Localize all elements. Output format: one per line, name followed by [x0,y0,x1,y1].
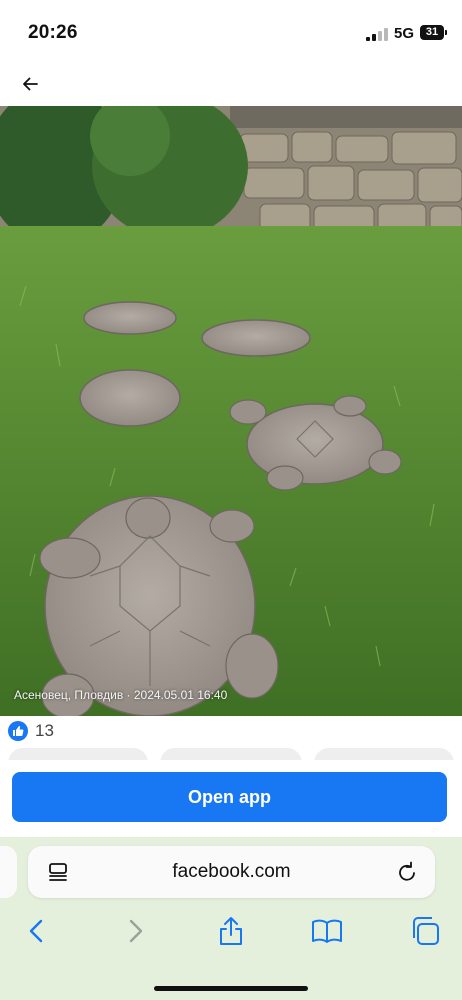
network-type: 5G [394,25,415,42]
back-icon[interactable] [20,914,54,948]
battery-icon: 31 [420,25,444,40]
reactions-row[interactable]: 13 [8,720,54,742]
reload-icon[interactable] [396,860,418,884]
previous-tab-edge[interactable] [0,846,17,898]
home-indicator [154,986,308,991]
signal-icon [366,27,388,41]
reader-icon[interactable] [47,861,69,883]
url-text: facebook.com [172,861,291,882]
status-bar: 20:26 5G 31 [0,0,462,64]
status-time: 20:26 [28,22,78,43]
like-count: 13 [35,721,54,740]
post-photo[interactable] [0,106,462,716]
share-icon[interactable] [214,914,248,948]
address-bar[interactable]: facebook.com [28,846,435,898]
open-app-button[interactable]: Open app [12,772,447,822]
battery-level: 31 [425,26,439,38]
back-arrow-icon[interactable] [20,73,42,95]
battery-tip [445,30,447,35]
forward-icon[interactable] [118,914,152,948]
like-icon [8,721,28,741]
tabs-icon[interactable] [408,914,442,948]
bookmarks-icon[interactable] [310,914,344,948]
photo-caption: Асеновец, Пловдив · 2024.05.01 16:40 [14,688,228,702]
